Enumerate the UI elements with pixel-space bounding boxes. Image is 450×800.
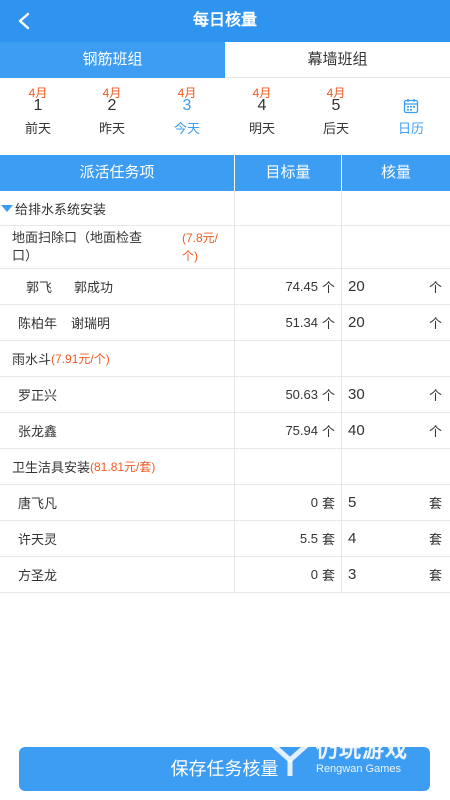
task-name: 地面扫除口（地面检查 口） <box>12 230 143 263</box>
task-price: (7.8元/ 个) <box>182 231 219 263</box>
target-unit: 套 <box>321 496 335 511</box>
watermark: 仍玩游戏 Rengwan Games <box>268 732 428 784</box>
task-table: 给排水系统安装 地面扫除口（地面检查 口） (7.8元/ 个) 郭飞 郭成功 7… <box>0 191 450 593</box>
quantity-unit: 个 <box>428 424 442 439</box>
quantity-unit: 套 <box>428 568 442 583</box>
worker-row: 许天灵 5.5 套 4 套 <box>0 521 450 557</box>
target-value: 0 <box>310 567 318 582</box>
column-header-target: 目标量 <box>235 155 342 191</box>
quantity-value: 40 <box>348 422 365 439</box>
column-header-task: 派活任务项 <box>0 155 235 191</box>
top-bar: 每日核量 <box>0 0 450 42</box>
target-unit: 个 <box>321 280 335 295</box>
target-value: 51.34 <box>285 315 318 330</box>
worker-name: 方圣龙 <box>18 568 58 583</box>
date-item-tomorrow[interactable]: 4月 4 明天 <box>232 86 292 142</box>
worker-name: 罗正兴 <box>18 388 58 403</box>
quantity-value: 20 <box>348 314 365 331</box>
worker-row: 唐飞凡 0 套 5 套 <box>0 485 450 521</box>
date-item-yesterday[interactable]: 4月 2 昨天 <box>82 86 142 142</box>
task-name: 卫生洁具安装 <box>12 460 91 475</box>
target-unit: 个 <box>321 316 335 331</box>
worker-name: 陈柏年 <box>18 316 58 331</box>
date-day: 5 <box>331 97 341 114</box>
target-unit: 套 <box>321 532 335 547</box>
target-value: 75.94 <box>285 423 318 438</box>
quantity-value: 30 <box>348 386 365 403</box>
quantity-value: 3 <box>348 566 357 583</box>
task-price: (81.81元/套) <box>90 460 156 474</box>
quantity-input[interactable]: 4 套 <box>342 521 450 556</box>
calendar-label: 日历 <box>397 121 424 136</box>
date-day: 1 <box>33 97 43 114</box>
quantity-input[interactable]: 20 个 <box>342 269 450 304</box>
worker-row: 张龙鑫 75.94 个 40 个 <box>0 413 450 449</box>
calendar-button[interactable]: 日历 <box>381 86 441 142</box>
calendar-icon <box>403 99 419 114</box>
quantity-value: 20 <box>348 278 365 295</box>
date-label: 今天 <box>173 121 200 136</box>
table-header: 派活任务项 目标量 核量 <box>0 155 450 191</box>
worker-row: 方圣龙 0 套 3 套 <box>0 557 450 593</box>
date-label: 明天 <box>248 121 275 136</box>
task-row: 地面扫除口（地面检查 口） (7.8元/ 个) <box>0 226 450 269</box>
date-label: 前天 <box>24 121 51 136</box>
tab-rebar-team[interactable]: 钢筋班组 <box>0 42 225 78</box>
quantity-unit: 个 <box>428 280 442 295</box>
task-row: 卫生洁具安装 (81.81元/套) <box>0 449 450 485</box>
date-label: 昨天 <box>98 121 125 136</box>
worker-name: 郭成功 <box>74 280 114 295</box>
quantity-input[interactable]: 40 个 <box>342 413 450 448</box>
task-name: 雨水斗 <box>12 352 52 367</box>
expand-triangle-icon[interactable] <box>1 204 13 212</box>
page-title: 每日核量 <box>192 12 257 29</box>
quantity-input[interactable]: 3 套 <box>342 557 450 592</box>
worker-name: 谢瑞明 <box>71 316 111 331</box>
watermark-logo <box>270 742 310 776</box>
date-label: 后天 <box>322 121 349 136</box>
worker-name: 唐飞凡 <box>18 496 58 511</box>
tab-curtain-wall-team[interactable]: 幕墙班组 <box>225 42 450 78</box>
date-selector: 4月 1 前天 4月 2 昨天 4月 3 今天 4月 4 明天 4月 5 后天 <box>0 86 450 142</box>
quantity-input[interactable]: 30 个 <box>342 377 450 412</box>
quantity-unit: 套 <box>428 532 442 547</box>
worker-name: 郭飞 <box>26 280 53 295</box>
target-value: 74.45 <box>285 279 318 294</box>
quantity-value: 4 <box>348 530 357 547</box>
date-item-day-after-tomorrow[interactable]: 4月 5 后天 <box>306 86 366 142</box>
quantity-unit: 个 <box>428 316 442 331</box>
group-name: 给排水系统安装 <box>15 201 107 217</box>
date-day: 3 <box>182 97 192 114</box>
column-header-verified: 核量 <box>380 164 411 181</box>
task-row: 雨水斗 (7.91元/个) <box>0 341 450 377</box>
worker-row: 陈柏年 谢瑞明 51.34 个 20 个 <box>0 305 450 341</box>
target-value: 50.63 <box>285 387 318 402</box>
date-item-today[interactable]: 4月 3 今天 <box>157 86 217 142</box>
worker-name: 许天灵 <box>18 532 58 547</box>
worker-name: 张龙鑫 <box>18 424 58 439</box>
target-unit: 套 <box>321 568 335 583</box>
task-price: (7.91元/个) <box>51 352 110 366</box>
worker-row: 罗正兴 50.63 个 30 个 <box>0 377 450 413</box>
group-row[interactable]: 给排水系统安装 <box>0 191 450 226</box>
quantity-value: 5 <box>348 494 357 511</box>
target-unit: 个 <box>321 388 335 403</box>
watermark-title: 仍玩游戏 <box>316 737 409 762</box>
quantity-input[interactable]: 20 个 <box>342 305 450 340</box>
date-day: 4 <box>257 97 267 114</box>
quantity-unit: 套 <box>428 496 442 511</box>
target-unit: 个 <box>321 424 335 439</box>
watermark-subtitle: Rengwan Games <box>316 763 401 775</box>
worker-row: 郭飞 郭成功 74.45 个 20 个 <box>0 269 450 305</box>
date-day: 2 <box>107 97 117 114</box>
date-item-day-before-yesterday[interactable]: 4月 1 前天 <box>8 86 68 142</box>
target-value: 5.5 <box>299 531 318 546</box>
target-value: 0 <box>310 495 318 510</box>
quantity-unit: 个 <box>428 388 442 403</box>
team-tabs: 钢筋班组 幕墙班组 <box>0 42 450 78</box>
quantity-input[interactable]: 5 套 <box>342 485 450 520</box>
